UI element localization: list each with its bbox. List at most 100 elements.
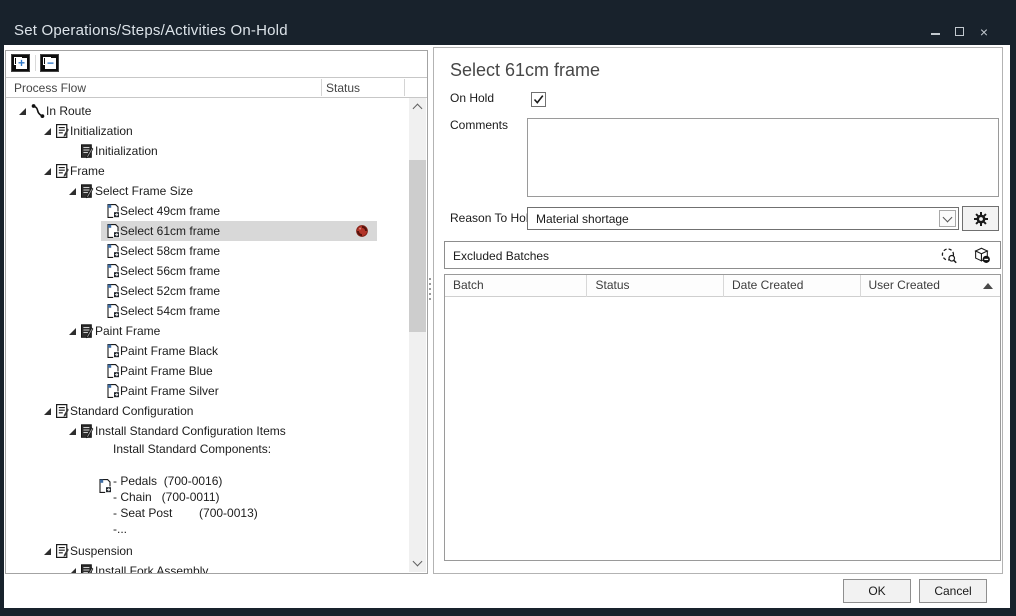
sort-ascending-icon [983,283,993,289]
step-icon [79,563,95,573]
batches-table-header: Batch Status Date Created User Created [445,275,1000,297]
process-flow-panel: + − Process Flow Status In RouteInitiali… [5,50,428,574]
tree-row[interactable]: Select 58cm frame [6,241,409,261]
scroll-up-button[interactable] [409,98,426,115]
operation-icon [54,403,70,419]
comments-label: Comments [450,118,508,132]
column-splitter[interactable] [321,79,322,96]
activity-icon [105,203,121,219]
step-icon [79,143,95,159]
batches-column-header-date-created[interactable]: Date Created [724,275,861,297]
column-header-status[interactable]: Status [326,81,360,95]
chevron-down-icon [413,557,423,567]
minimize-button[interactable] [928,25,944,39]
tree-row[interactable]: In Route [6,101,409,121]
activity-icon [105,343,121,359]
reason-selected-value: Material shortage [536,212,629,226]
tree-row[interactable]: Select 61cm frame [6,221,409,241]
chevron-down-icon [943,213,953,223]
activity-icon [105,283,121,299]
window-title: Set Operations/Steps/Activities On-Hold [14,22,288,39]
tree-row[interactable]: Frame [6,161,409,181]
activity-icon [105,303,121,319]
on-hold-checkbox[interactable] [531,92,546,107]
search-batch-icon[interactable] [939,247,959,264]
tree-row[interactable]: Install Standard Configuration Items [6,421,409,441]
tree-item-label: Install Standard Components: [113,441,271,457]
tree-row[interactable]: Paint Frame Black [6,341,409,361]
close-button[interactable]: × [976,25,992,39]
comments-input[interactable] [527,118,999,197]
batches-column-header-batch[interactable]: Batch [445,275,587,297]
tree-row[interactable]: Standard Configuration [6,401,409,421]
tree-multiline-activity[interactable]: Install Standard Components:- Pedals (70… [6,441,409,541]
cancel-button[interactable]: Cancel [919,579,987,603]
tree-toolbar: + − [6,51,427,77]
remove-batch-icon[interactable] [972,247,992,264]
column-header-process-flow[interactable]: Process Flow [14,81,86,95]
tree-item-label: Initialization [95,141,158,161]
title-bar[interactable]: Set Operations/Steps/Activities On-Hold … [0,0,1016,45]
batches-column-header-status[interactable]: Status [587,275,724,297]
tree-row[interactable]: Paint Frame [6,321,409,341]
operation-icon [54,123,70,139]
tree-scrollbar[interactable] [409,98,426,572]
excluded-batches-bar: Excluded Batches [444,241,1001,269]
expander-icon[interactable] [44,168,51,175]
process-tree: In RouteInitializationInitializationFram… [6,98,409,573]
expander-icon[interactable] [69,188,76,195]
expander-icon[interactable] [69,328,76,335]
tree-row[interactable]: Paint Frame Blue [6,361,409,381]
activity-icon [97,478,113,494]
step-icon [79,323,95,339]
expander-icon[interactable] [44,408,51,415]
maximize-icon [955,27,964,36]
tree-row[interactable]: Select Frame Size [6,181,409,201]
tree-item-label: Paint Frame Blue [120,361,213,381]
tree-row[interactable]: Select 52cm frame [6,281,409,301]
tree-row[interactable]: Select 49cm frame [6,201,409,221]
scrollbar-thumb[interactable] [409,160,426,332]
reason-to-hold-dropdown[interactable]: Material shortage [527,207,959,230]
selected-activity-heading: Select 61cm frame [450,60,600,81]
tree-item-label: Install Fork Assembly [95,561,208,573]
scroll-down-button[interactable] [409,555,426,572]
panel-splitter[interactable] [428,278,432,302]
tree-item-label: - Chain (700-0011) [113,489,220,505]
column-header-label: Date Created [732,278,803,292]
column-splitter[interactable] [404,79,405,96]
reason-to-hold-label: Reason To Hold [450,211,535,225]
column-header-label: Status [595,278,629,292]
tree-item-label: Frame [70,161,105,181]
gear-icon [973,211,989,227]
step-icon [79,423,95,439]
dropdown-button[interactable] [939,210,956,227]
reason-settings-button[interactable] [962,206,999,231]
tree-item-label: Paint Frame Silver [120,381,219,401]
tree-row[interactable]: Suspension [6,541,409,561]
tree-row[interactable]: Paint Frame Silver [6,381,409,401]
maximize-button[interactable] [952,25,968,39]
operation-icon [54,543,70,559]
tree-item-label: Select 54cm frame [120,301,220,321]
tree-row[interactable]: Initialization [6,141,409,161]
tree-item-label: Select 49cm frame [120,201,220,221]
activity-icon [105,363,121,379]
ok-button[interactable]: OK [843,579,911,603]
expander-icon[interactable] [69,428,76,435]
column-header-label: Batch [453,278,484,292]
expander-icon[interactable] [19,108,26,115]
tree-row[interactable]: Install Fork Assembly [6,561,409,573]
activity-icon [105,263,121,279]
expander-icon[interactable] [69,568,76,573]
activity-icon [105,243,121,259]
collapse-all-button[interactable]: − [40,54,59,72]
batches-column-header-user-created[interactable]: User Created [861,275,1001,297]
expand-all-button[interactable]: + [11,54,30,72]
expander-icon[interactable] [44,128,51,135]
tree-row[interactable]: Initialization [6,121,409,141]
dialog-client-area: + − Process Flow Status In RouteInitiali… [4,45,1010,608]
tree-row[interactable]: Select 56cm frame [6,261,409,281]
expander-icon[interactable] [44,548,51,555]
tree-row[interactable]: Select 54cm frame [6,301,409,321]
